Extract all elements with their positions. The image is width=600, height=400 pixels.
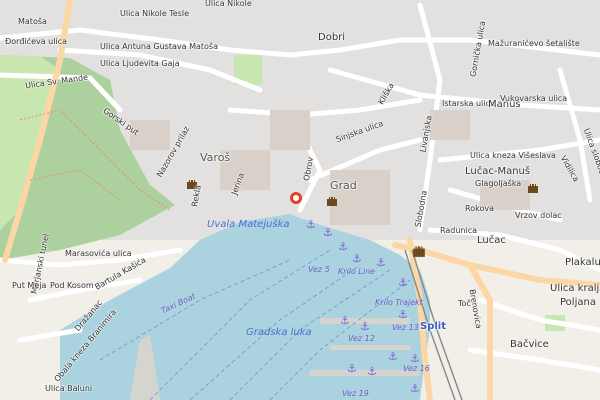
street-label: Ulica Nikole — [205, 0, 252, 8]
map-canvas[interactable]: ⚓ ⚓ ⚓ ⚓ ⚓ ⚓ ⚓ ⚓ ⚓ ⚓ ⚓ ⚓ ⚓ ⚓ Ulica Nikole… — [0, 0, 600, 400]
district-label: Lučac-Manuš — [465, 166, 531, 177]
svg-text:⚓: ⚓ — [398, 276, 408, 289]
district-label: Dobri — [318, 32, 346, 43]
castle-icon — [413, 246, 425, 257]
ferry-berth-label: Vez 13 — [392, 323, 419, 332]
district-label: Grad — [330, 179, 357, 192]
svg-text:⚓: ⚓ — [388, 350, 398, 363]
ferry-berth-label: Vez 19 — [342, 389, 369, 398]
location-marker[interactable] — [290, 192, 302, 204]
street-label: Pod Kosom — [50, 281, 94, 290]
ferry-berth-label: Vez 5 — [308, 265, 330, 274]
street-label: Poljana — [560, 297, 596, 308]
street-label: Plakalu — [565, 257, 600, 268]
street-label: Matošа — [18, 17, 47, 26]
street-label: Vrzov dolac — [515, 211, 562, 220]
street-label: Ulica Nikole Tesle — [120, 9, 190, 18]
street-label: Ulica Baluni — [45, 384, 93, 393]
svg-text:⚓: ⚓ — [360, 320, 370, 333]
svg-text:⚓: ⚓ — [347, 362, 357, 375]
street-label: Ulica Antuna Gustava Matoša — [100, 42, 218, 51]
svg-text:⚓: ⚓ — [340, 314, 350, 327]
street-label: Istarska ulica — [442, 99, 495, 108]
street-label: Put Meja — [12, 281, 47, 290]
street-label: Vukovarska ulica — [500, 94, 568, 103]
street-label: Radunica — [440, 226, 478, 235]
district-label: Bačvice — [510, 339, 549, 350]
svg-text:⚓: ⚓ — [410, 382, 420, 395]
svg-text:⚓: ⚓ — [352, 252, 362, 265]
castle-icon — [528, 184, 538, 193]
svg-text:⚓: ⚓ — [323, 226, 333, 239]
street-label: Glagoljaška — [475, 179, 522, 188]
water-label: Uvala Matejuška — [207, 219, 290, 230]
street-label: Ulica kralja — [550, 283, 600, 294]
district-label: Toč — [458, 299, 471, 308]
street-label: Marasovića ulica — [65, 249, 132, 258]
street-label: Mažuranićevo šetalište — [488, 39, 580, 48]
ferry-berth-label: Vez 16 — [403, 364, 430, 373]
water-label: Gradska luka — [246, 327, 312, 338]
svg-text:⚓: ⚓ — [367, 365, 377, 378]
ferry-berth-label: Vez 12 — [348, 334, 375, 343]
street-label: Đorđićeva ulica — [5, 37, 67, 46]
district-label: Lučac — [477, 235, 506, 246]
castle-icon — [327, 197, 337, 206]
ferry-berth-label: Krilo Line — [338, 267, 376, 276]
ferry-berth-label: Krilo Trajekt — [375, 298, 423, 307]
svg-text:⚓: ⚓ — [338, 240, 348, 253]
street-label: Ulica Ljudevita Gaja — [100, 59, 180, 68]
svg-text:⚓: ⚓ — [306, 218, 316, 231]
district-label: Varoš — [200, 151, 231, 164]
city-label: Split — [420, 321, 446, 332]
svg-text:⚓: ⚓ — [376, 256, 386, 269]
street-label: Ulica kneza Višeslava — [470, 151, 556, 160]
street-label: Rokova — [465, 204, 494, 213]
svg-text:⚓: ⚓ — [398, 308, 408, 321]
